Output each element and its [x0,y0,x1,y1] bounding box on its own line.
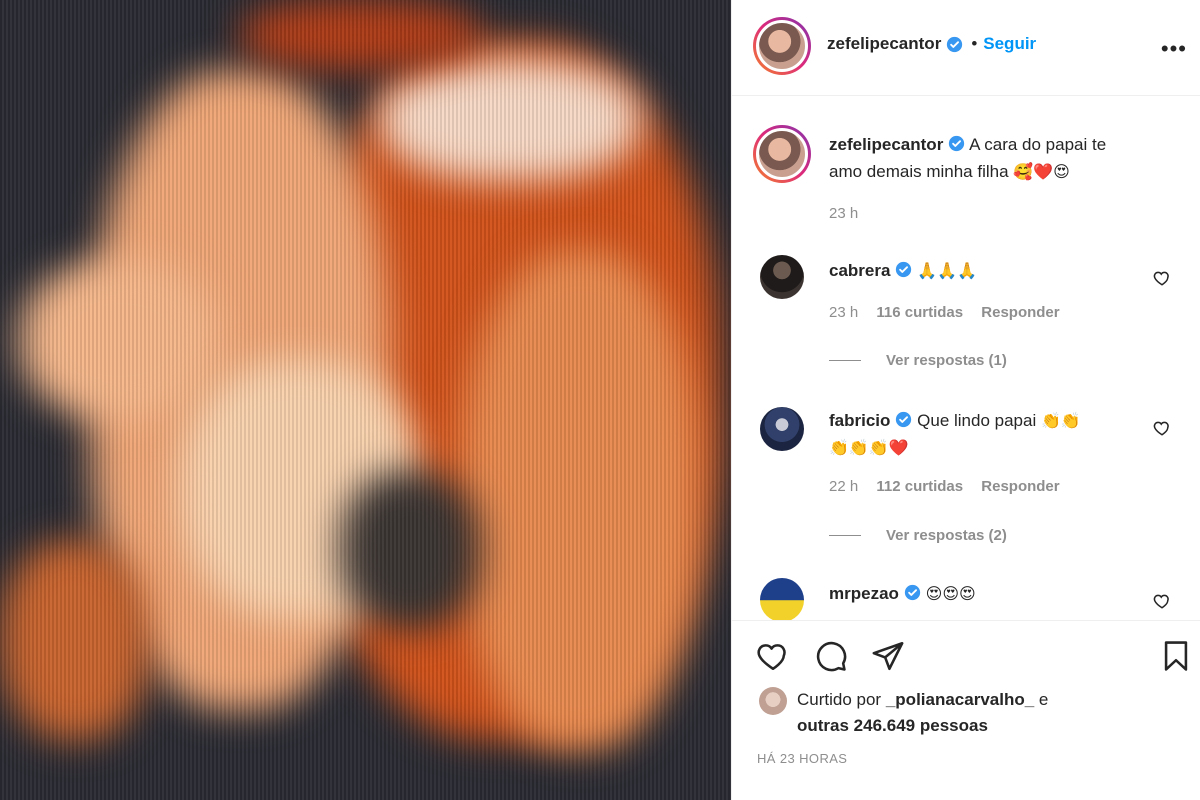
liked-by-connector: e [1038,690,1049,709]
caption-line-2: amo demais minha filha [829,162,1009,181]
comment-time: 23 h [829,304,859,321]
caption-text: zefelipecantor A cara do papai te amo de… [829,131,1179,185]
caption-avatar[interactable] [753,125,811,183]
comment-avatar[interactable] [760,407,804,451]
verified-badge-icon [947,36,963,52]
like-comment-heart-icon[interactable] [1153,592,1171,610]
post-header: zefelipecantor • Seguir ••• [732,0,1200,96]
comment-avatar[interactable] [760,255,804,299]
caption-line-1: A cara do papai te [969,135,1107,154]
comment-meta: 23 h 116 curtidas Responder [829,304,1074,321]
author-username[interactable]: zefelipecantor [827,34,941,54]
like-comment-heart-icon[interactable] [1153,269,1171,287]
reply-button[interactable]: Responder [981,478,1059,495]
verified-badge-icon [904,584,921,601]
comment-username[interactable]: fabricio [829,411,890,430]
replies-divider [829,535,861,536]
heart-icon[interactable] [756,639,790,673]
more-options-icon[interactable]: ••• [1161,36,1187,62]
liker-avatar[interactable] [759,687,787,715]
scanline-overlay [0,0,731,800]
comment-body: Que lindo papai [917,411,1037,430]
comment-likes[interactable]: 112 curtidas [876,478,963,495]
comment-username[interactable]: cabrera [829,261,890,280]
liked-by-prefix: Curtido por [797,690,882,709]
caption-emojis: 🥰❤️😍 [1013,162,1070,181]
comment-likes[interactable]: 116 curtidas [876,304,963,321]
comment-text: fabricio Que lindo papai 👏👏 👏👏👏❤️ [829,407,1169,461]
caption-time: 23 h [829,205,859,222]
verified-badge-icon [949,135,965,152]
comment-text: mrpezao 😍😍😍 [829,580,976,607]
verified-badge-icon [896,261,912,278]
comment-avatar[interactable] [760,578,804,620]
replies-divider [829,360,861,361]
verified-badge-icon [896,411,912,428]
view-replies-button[interactable]: Ver respostas (1) [829,352,1007,369]
follow-button[interactable]: Seguir [983,34,1036,54]
author-avatar[interactable] [753,17,811,75]
like-comment-heart-icon[interactable] [1153,419,1171,437]
comment-emojis: 🙏🙏🙏 [917,261,977,280]
liker-username[interactable]: _polianacarvalho_ [886,690,1034,709]
others-likes-link[interactable]: outras 246.649 pessoas [797,716,988,735]
comment-icon[interactable] [814,639,848,673]
post-timestamp[interactable]: HÁ 23 HORAS [757,751,847,766]
comment-emojis: 👏👏👏❤️ [829,438,909,457]
comment-emojis: 👏👏 [1040,411,1081,430]
author-line: zefelipecantor • Seguir [827,34,1036,54]
post-image[interactable] [0,0,731,800]
comment-text: cabrera 🙏🙏🙏 [829,257,977,284]
reply-button[interactable]: Responder [981,304,1059,321]
share-icon[interactable] [871,639,905,673]
comment-time: 22 h [829,478,859,495]
separator-dot: • [971,34,978,53]
likes-summary: Curtido por _polianacarvalho_ e outras 2… [797,687,1048,739]
comments-list[interactable]: zefelipecantor A cara do papai te amo de… [732,97,1200,620]
post-actions: Curtido por _polianacarvalho_ e outras 2… [732,620,1200,800]
comment-emojis: 😍😍😍 [925,584,976,603]
comment-meta: 22 h 112 curtidas Responder [829,478,1074,495]
caption-username[interactable]: zefelipecantor [829,135,943,154]
post-side-panel: zefelipecantor • Seguir ••• zefelipecant… [731,0,1200,800]
bookmark-icon[interactable] [1159,639,1193,673]
view-replies-button[interactable]: Ver respostas (2) [829,527,1007,544]
comment-username[interactable]: mrpezao [829,584,899,603]
